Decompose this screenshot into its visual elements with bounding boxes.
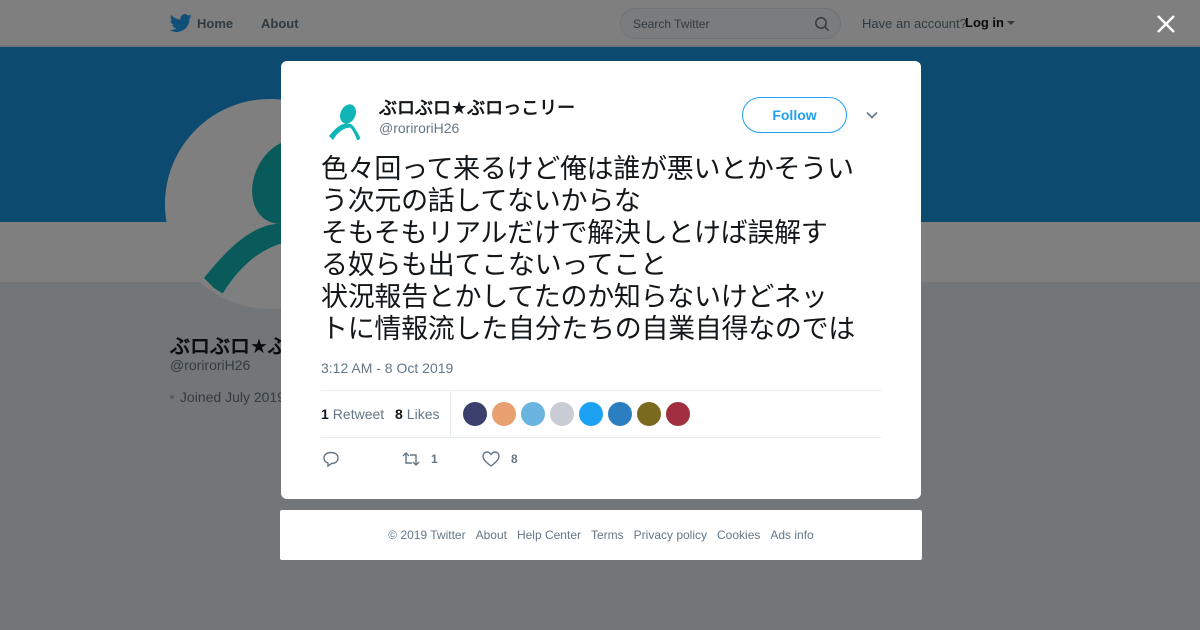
liker-avatar[interactable]	[579, 402, 603, 426]
footer-link-terms[interactable]: Terms	[591, 528, 624, 542]
heart-icon	[482, 451, 500, 467]
tweet-text-line: 状況報告とかしてたのか知らないけどネッ	[321, 282, 828, 313]
retweet-stat[interactable]: 1 Retweet	[321, 406, 384, 422]
liker-avatar[interactable]	[521, 402, 545, 426]
likes-stat[interactable]: 8 Likes	[395, 406, 439, 422]
reply-icon	[323, 451, 339, 468]
liker-avatar[interactable]	[463, 402, 487, 426]
tweet-modal: ぶロぶロ★ぶロっこリー @roriroriH26 Follow 色々回って来るけ…	[281, 61, 921, 499]
footer-link-cookies[interactable]: Cookies	[717, 528, 760, 542]
retweet-action-count: 1	[431, 452, 438, 466]
tweet-text-line: う次元の話してないからな	[321, 186, 641, 217]
footer-link-ads-info[interactable]: Ads info	[770, 528, 813, 542]
liker-avatar[interactable]	[608, 402, 632, 426]
chevron-down-icon[interactable]	[865, 108, 879, 122]
tweet-timestamp[interactable]: 3:12 AM - 8 Oct 2019	[321, 360, 453, 376]
footer-link-privacy[interactable]: Privacy policy	[634, 528, 707, 542]
liker-avatar[interactable]	[637, 402, 661, 426]
tweet-actions: 1 8	[321, 449, 881, 473]
liker-avatar[interactable]	[550, 402, 574, 426]
tweet-text-line: 色々回って来るけど俺は誰が悪いとかそうい	[321, 154, 854, 185]
retweet-stat-label: Retweet	[332, 406, 385, 422]
liker-avatar[interactable]	[492, 402, 516, 426]
retweet-icon	[402, 452, 420, 466]
tweet-stats: 1 Retweet 8 Likes	[321, 390, 881, 438]
footer: © 2019 Twitter About Help Center Terms P…	[280, 510, 922, 560]
footer-link-about[interactable]: About	[476, 528, 507, 542]
like-button[interactable]: 8	[481, 449, 518, 469]
tweet-text-line: る奴らも出てこないってこと	[321, 250, 667, 281]
reply-button[interactable]	[321, 449, 351, 469]
tweet-text: 色々回って来るけど俺は誰が悪いとかそうい う次元の話してないからな そもそもリア…	[321, 154, 886, 346]
tweet-screen-name[interactable]: @roriroriH26	[379, 120, 459, 136]
stats-divider	[450, 391, 451, 438]
author-avatar-image	[321, 96, 369, 144]
like-count: 8	[395, 406, 403, 422]
retweet-button[interactable]: 1	[401, 449, 438, 469]
footer-copyright: © 2019 Twitter	[388, 528, 466, 542]
footer-link-help-center[interactable]: Help Center	[517, 528, 581, 542]
close-icon[interactable]	[1155, 13, 1177, 35]
tweet-text-line: トに情報流した自分たちの自業自得なのでは	[321, 314, 855, 345]
like-action-count: 8	[511, 452, 518, 466]
retweet-count: 1	[321, 406, 329, 422]
likes-stat-label: Likes	[406, 406, 440, 422]
tweet-text-line: そもそもリアルだけで解決しとけば誤解す	[321, 218, 828, 249]
liker-avatar[interactable]	[666, 402, 690, 426]
liker-avatars	[463, 402, 695, 426]
follow-button[interactable]: Follow	[742, 97, 847, 133]
tweet-author-avatar[interactable]	[321, 96, 369, 144]
tweet-display-name[interactable]: ぶロぶロ★ぶロっこリー	[379, 94, 575, 120]
